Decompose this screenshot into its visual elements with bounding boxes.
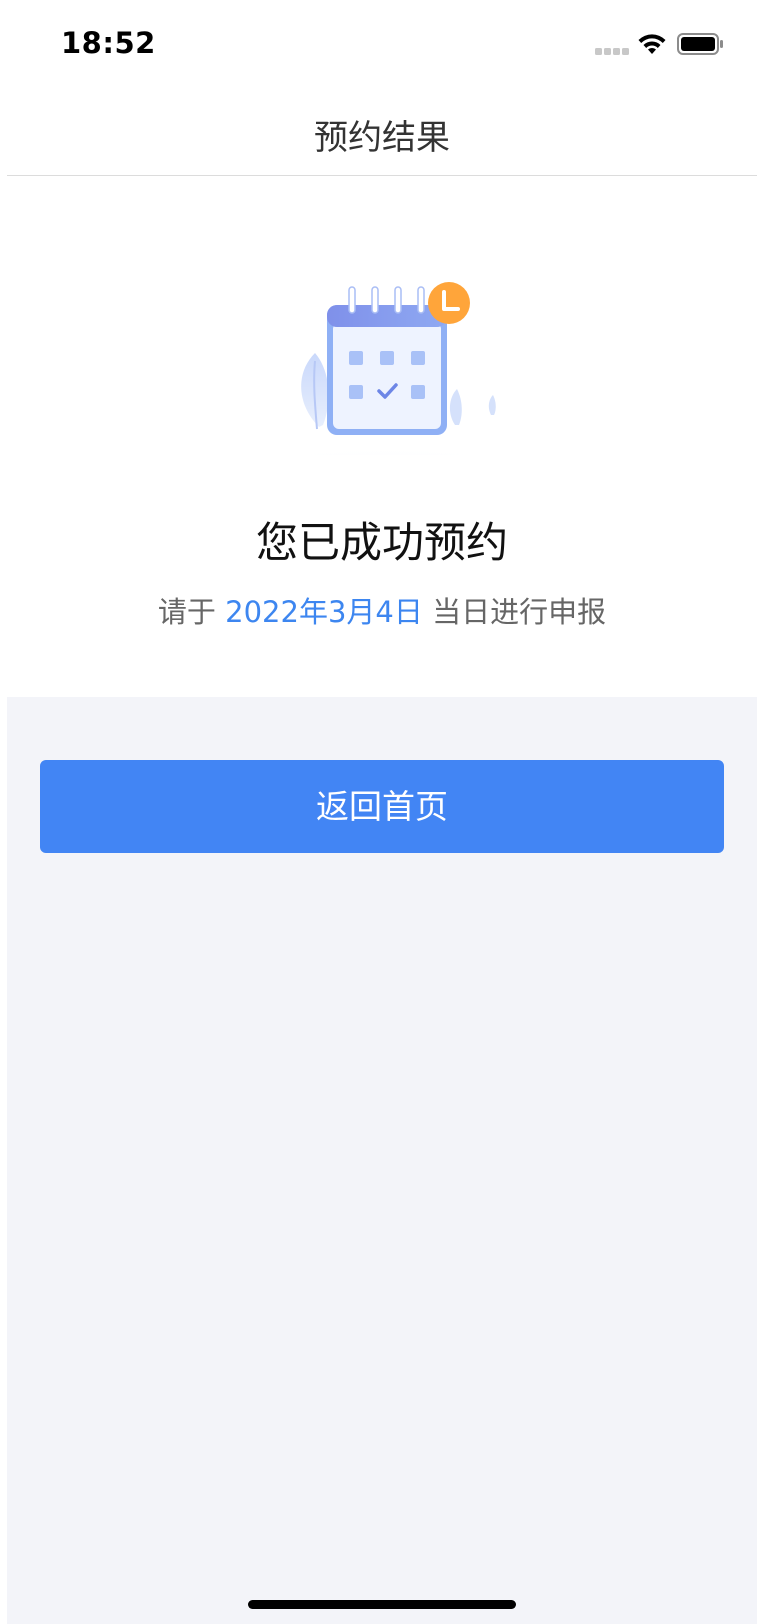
calendar-check-illustration-icon bbox=[197, 282, 577, 455]
app-screen: 18:52 预约结果 您已成功预约 请于 2022年3月4日 当日进行申报 返回… bbox=[7, 0, 757, 1624]
success-title: 您已成功预约 bbox=[255, 518, 508, 567]
subtitle-prefix: 请于 bbox=[157, 595, 226, 629]
home-indicator[interactable] bbox=[248, 1600, 516, 1609]
return-home-button[interactable]: 返回首页 bbox=[40, 760, 724, 853]
nav-bar: 预约结果 bbox=[7, 88, 757, 176]
appointment-date: 2022年3月4日 bbox=[225, 595, 423, 629]
action-area: 返回首页 bbox=[7, 697, 757, 1624]
battery-icon bbox=[677, 33, 723, 55]
wifi-icon bbox=[638, 34, 666, 54]
success-subtitle: 请于 2022年3月4日 当日进行申报 bbox=[7, 589, 757, 631]
status-time: 18:52 bbox=[61, 26, 156, 60]
subtitle-suffix: 当日进行申报 bbox=[422, 595, 607, 629]
cellular-signal-icon bbox=[595, 48, 629, 55]
page-title: 预约结果 bbox=[314, 118, 450, 158]
result-section: 您已成功预约 请于 2022年3月4日 当日进行申报 bbox=[7, 177, 757, 697]
status-bar: 18:52 bbox=[7, 0, 757, 88]
